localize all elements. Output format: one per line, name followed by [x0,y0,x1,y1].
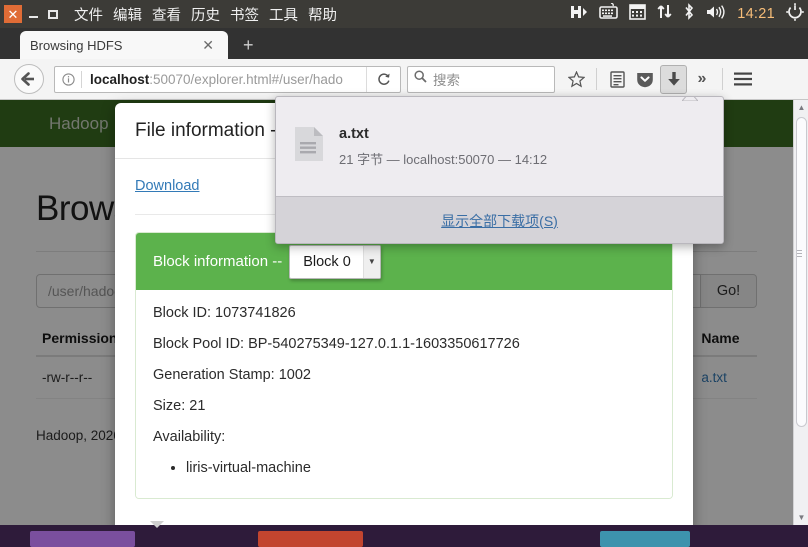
screen: ✕ 文件 编辑 查看 历史 书签 工具 帮助 14:21 Browsing HD… [0,0,808,547]
download-item-text: a.txt 21 字节 — localhost:50070 — 14:12 [339,126,547,168]
menu-item-view[interactable]: 查看 [152,4,181,25]
close-icon[interactable]: ✕ [198,37,218,54]
modal-pointer-tip [150,521,164,528]
reload-icon[interactable] [366,66,400,92]
back-arrow-icon[interactable] [14,64,44,94]
new-tab-button[interactable]: + [243,36,254,54]
url-bar[interactable]: localhost:50070/explorer.html#/user/hado [54,65,401,93]
desktop-taskbar [0,525,808,547]
download-filename: a.txt [339,125,369,142]
search-input[interactable]: 搜索 [407,65,555,93]
os-titlebar: ✕ 文件 编辑 查看 历史 书签 工具 帮助 14:21 [0,0,808,28]
download-item[interactable]: a.txt 21 字节 — localhost:50070 — 14:12 [276,97,723,196]
scroll-down-icon[interactable]: ▼ [794,510,808,525]
window-minimize-button[interactable] [24,5,42,23]
availability-list: liris-virtual-machine [153,460,655,476]
toolbar-divider-2 [722,68,723,90]
download-meta: 21 字节 — localhost:50070 — 14:12 [339,151,548,167]
generation-stamp-field: Generation Stamp: 1002 [153,367,311,383]
download-link[interactable]: Download [135,178,200,194]
block-information-panel: Block information -- Block 0 ▼ Block ID:… [135,232,673,499]
block-select-value: Block 0 [303,253,351,270]
info-circle-icon[interactable] [55,72,81,86]
toolbar-divider [596,68,597,90]
block-id-field: Block ID: 1073741826 [153,305,296,321]
block-pool-id-field: Block Pool ID: BP-540275349-127.0.1.1-16… [153,336,520,352]
reading-list-icon[interactable] [604,65,630,93]
url-host: localhost [90,71,150,87]
block-select[interactable]: Block 0 ▼ [289,244,381,279]
downloads-arrow-icon[interactable] [660,64,687,94]
volume-icon[interactable] [706,4,726,25]
hamburger-menu-icon[interactable] [730,65,756,93]
keyboard-layout-icon[interactable] [571,4,588,25]
onboard-keyboard-icon[interactable] [599,2,619,25]
app-menubar: 文件 编辑 查看 历史 书签 工具 帮助 [74,4,337,25]
search-icon [414,70,427,88]
page-scrollbar[interactable]: ▲ ▼ [793,100,808,525]
tab-label: Browsing HDFS [30,37,123,53]
menu-item-tools[interactable]: 工具 [269,4,298,25]
url-path: :50070/explorer.html#/user/hado [149,71,343,87]
scrollbar-grip [797,250,802,257]
list-item: liris-virtual-machine [186,460,655,476]
menu-item-file[interactable]: 文件 [74,4,103,25]
chevron-down-icon[interactable]: ▼ [362,245,380,278]
scrollbar-thumb[interactable] [796,117,807,427]
menu-item-bookmarks[interactable]: 书签 [230,4,259,25]
size-field: Size: 21 [153,398,206,414]
browser-toolbar-icons: » [563,64,756,94]
window-maximize-button[interactable] [44,5,62,23]
scroll-up-icon[interactable]: ▲ [794,100,808,115]
system-clock: 14:21 [737,6,775,22]
browser-navbar: localhost:50070/explorer.html#/user/hado… [0,59,808,100]
window-controls: ✕ [0,5,62,23]
downloads-popup: a.txt 21 字节 — localhost:50070 — 14:12 显示… [275,96,724,244]
url-text: localhost:50070/explorer.html#/user/hado [82,72,366,87]
network-transfer-icon[interactable] [657,3,672,25]
block-panel-title: Block information -- [153,253,283,270]
browser-tabstrip: Browsing HDFS ✕ + [0,28,808,59]
taskbar-item-4[interactable] [600,531,690,547]
overflow-chevron-icon[interactable]: » [689,65,715,93]
star-icon[interactable] [563,65,589,93]
taskbar-item-1[interactable] [30,531,135,547]
menu-item-help[interactable]: 帮助 [308,4,337,25]
downloads-footer: 显示全部下载项(S) [276,196,723,243]
text-file-icon [294,126,324,167]
block-panel-body: Block ID: 1073741826 Block Pool ID: BP-5… [136,290,672,498]
menu-item-edit[interactable]: 编辑 [113,4,142,25]
availability-label: Availability: [153,429,226,445]
tab-browsing-hdfs[interactable]: Browsing HDFS ✕ [20,31,228,59]
window-close-button[interactable]: ✕ [4,5,22,23]
popup-arrow [680,97,700,102]
calendar-icon[interactable] [629,3,647,25]
pocket-shield-icon[interactable] [632,65,658,93]
taskbar-item-2[interactable] [258,531,363,547]
bluetooth-icon[interactable] [683,3,695,25]
show-all-downloads-link[interactable]: 显示全部下载项(S) [441,211,558,231]
search-placeholder: 搜索 [433,73,460,88]
system-tray: 14:21 [571,0,804,28]
power-gear-icon[interactable] [786,2,804,26]
menu-item-history[interactable]: 历史 [191,4,220,25]
